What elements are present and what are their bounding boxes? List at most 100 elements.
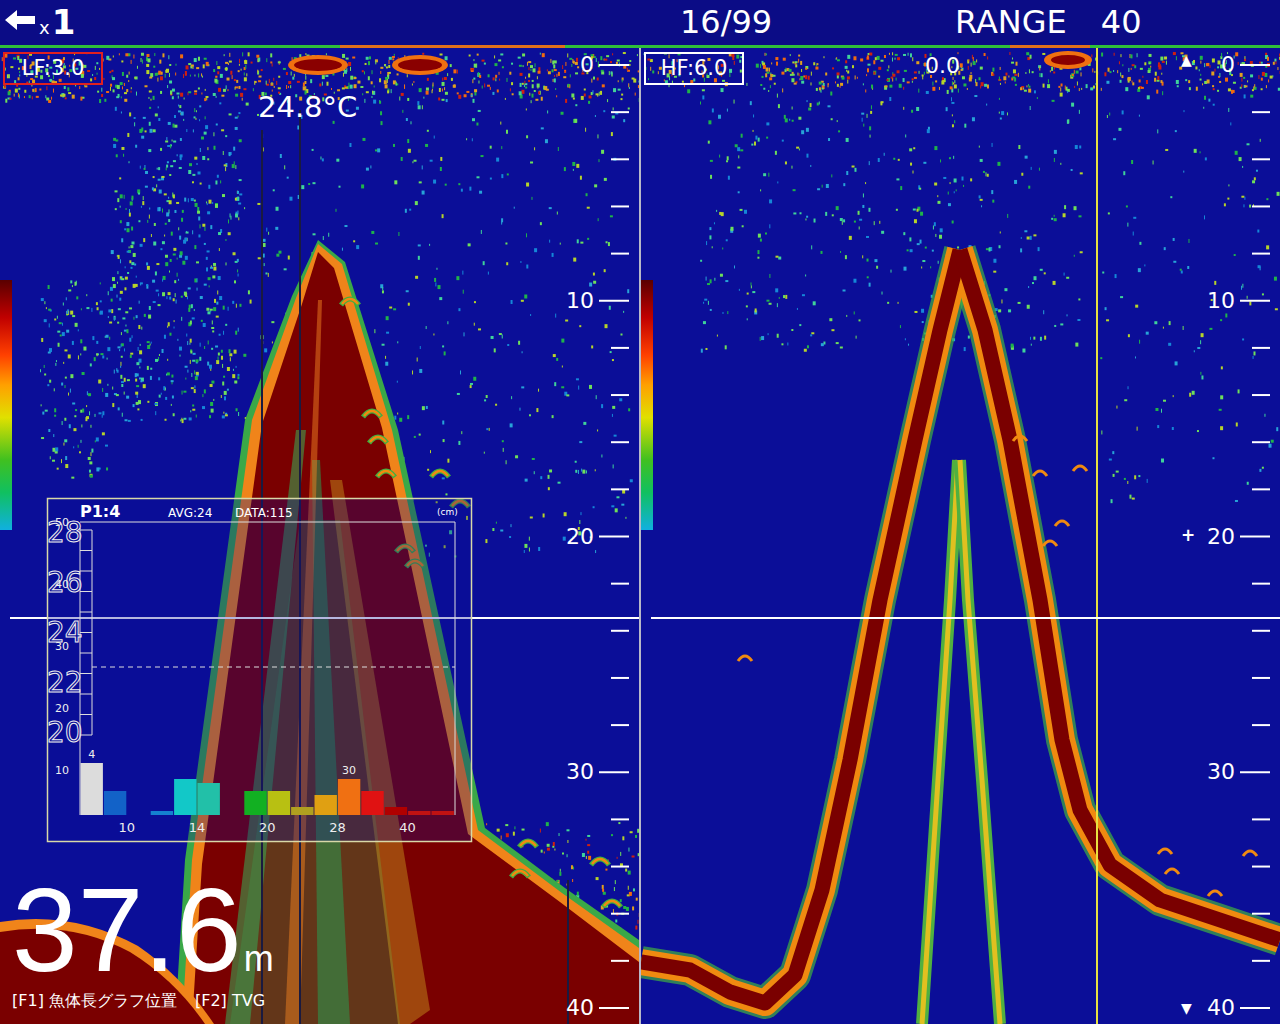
echo-speck (181, 317, 182, 321)
echo-speck (382, 287, 383, 290)
echo-speck (420, 346, 421, 349)
echo-speck (562, 852, 564, 854)
echo-speck (388, 65, 390, 68)
echo-speck (24, 96, 25, 98)
echo-speck (486, 428, 488, 430)
echo-speck (505, 243, 507, 245)
echo-speck (621, 333, 623, 335)
range-indicator[interactable]: RANGE 40 (955, 3, 1280, 41)
echo-speck (418, 244, 421, 246)
echo-speck (150, 343, 151, 345)
echo-speck (44, 365, 45, 368)
echo-speck (596, 93, 599, 95)
echo-speck (153, 301, 156, 303)
echo-speck (213, 69, 215, 72)
echo-speck (548, 475, 550, 479)
echo-speck (489, 428, 490, 431)
echo-speck (95, 66, 96, 70)
echo-speck (96, 437, 99, 441)
echo-speck (408, 303, 410, 306)
echo-speck (322, 82, 323, 86)
echo-speck (426, 88, 429, 91)
echo-speck (284, 165, 285, 169)
echo-speck (118, 255, 120, 259)
echo-speck (441, 99, 444, 101)
echo-speck (278, 76, 280, 78)
echo-speck (105, 393, 108, 397)
echo-speck (136, 402, 139, 405)
echo-speck (191, 387, 194, 389)
echo-speck (173, 124, 175, 128)
echo-speck (242, 52, 243, 56)
echo-speck (136, 92, 137, 96)
echo-speck (549, 207, 552, 209)
echo-speck (213, 399, 214, 401)
echo-speck (192, 409, 195, 411)
echo-speck (149, 90, 152, 92)
echo-speck (532, 94, 534, 98)
echo-speck (167, 372, 170, 375)
echo-speck (458, 441, 460, 445)
echo-speck (409, 209, 411, 211)
echo-speck (510, 88, 511, 91)
echo-speck (29, 81, 30, 84)
echo-speck (153, 129, 156, 132)
echo-speck (223, 376, 225, 378)
echo-speck (198, 216, 200, 220)
echo-speck (58, 343, 60, 347)
echo-speck (604, 59, 607, 61)
echo-speck (143, 196, 144, 200)
echo-speck (360, 86, 363, 88)
echo-speck (466, 91, 469, 93)
echo-speck (415, 201, 418, 205)
echo-speck (90, 475, 93, 478)
echo-speck (373, 100, 376, 104)
top-bar: x 1 16/99 RANGE 40 (0, 0, 1280, 45)
echo-speck (524, 85, 525, 87)
echo-speck (75, 409, 77, 411)
echo-speck (519, 408, 520, 411)
echo-speck (552, 60, 554, 64)
echo-speck (638, 81, 639, 83)
echo-speck (45, 95, 46, 98)
echo-speck (581, 96, 584, 100)
echo-speck (371, 231, 374, 234)
echo-speck (522, 83, 524, 85)
echo-speck (396, 82, 397, 86)
echo-speck (182, 261, 185, 265)
echo-speck (371, 96, 372, 98)
echo-speck (99, 99, 101, 103)
echo-speck (124, 228, 126, 230)
echo-speck (189, 305, 191, 309)
echo-speck (185, 73, 187, 76)
echogram-panel[interactable]: 010203040 LF:3.0 24.8°C P1:4AVG:24DATA:1… (0, 48, 639, 1024)
echo-speck (173, 141, 176, 143)
echo-speck (99, 68, 100, 70)
echo-speck (190, 351, 192, 354)
echo-speck (538, 71, 541, 74)
echo-speck (471, 68, 474, 72)
echo-speck (592, 90, 593, 94)
echo-speck (238, 217, 239, 220)
zoom-prefix: x (39, 19, 50, 37)
echo-speck (575, 72, 578, 74)
echo-speck (150, 376, 152, 380)
echo-speck (131, 262, 134, 265)
back-arrow-icon[interactable] (5, 9, 35, 31)
echo-speck (538, 67, 540, 71)
echo-speck (239, 193, 242, 195)
echo-speck (145, 171, 148, 174)
echo-speck (534, 90, 536, 92)
echo-speck (153, 96, 155, 100)
zoom-indicator[interactable]: x 1 (5, 4, 680, 41)
echo-speck (137, 408, 139, 410)
echo-speck (263, 243, 266, 247)
echo-speck (45, 410, 48, 412)
echo-speck (258, 80, 261, 82)
echo-speck (72, 341, 74, 345)
echo-speck (422, 165, 423, 169)
echo-speck (198, 234, 200, 237)
echo-speck (172, 395, 174, 398)
echo-speck (236, 304, 237, 308)
echo-speck (528, 73, 530, 77)
